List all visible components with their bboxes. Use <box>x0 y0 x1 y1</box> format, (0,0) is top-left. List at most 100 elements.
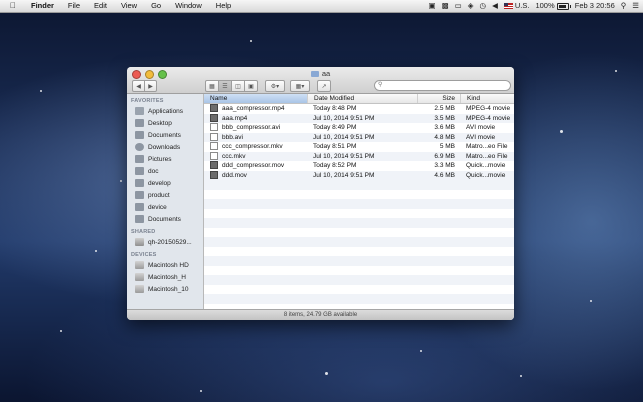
sidebar-item-macintosh-h[interactable]: Macintosh_H <box>127 271 203 283</box>
menu-window[interactable]: Window <box>168 0 209 12</box>
battery-menu[interactable]: 100% <box>535 0 571 12</box>
sidebar-item-label: Macintosh_H <box>148 273 186 281</box>
file-name: ccc.mkv <box>222 152 246 160</box>
icon-view-button[interactable]: ▦ <box>205 80 219 92</box>
table-row[interactable]: ddd_compressor.mov Today 8:52 PM 3.3 MB … <box>204 161 514 171</box>
sidebar-item-label: Pictures <box>148 155 172 163</box>
file-size: 3.5 MB <box>434 114 455 122</box>
file-date: Today 8:51 PM <box>313 143 357 150</box>
window-titlebar: aa ◀ ▶ ▦ ☰ ◫ ▣ ⚙▾ ▦▾ ↗ ⚲ <box>127 67 514 94</box>
sidebar-item-documents[interactable]: Documents <box>127 129 203 141</box>
file-kind: AVI movie <box>466 133 496 141</box>
hard-disk-icon <box>135 261 144 269</box>
menu-file[interactable]: File <box>61 0 87 12</box>
sidebar-item-label: device <box>148 203 167 211</box>
menu-help[interactable]: Help <box>209 0 238 12</box>
table-row[interactable]: aaa_compressor.mp4 Today 8:48 PM 2.5 MB … <box>204 104 514 114</box>
menu-go[interactable]: Go <box>144 0 168 12</box>
file-name: bbb_compressor.avi <box>222 124 281 131</box>
status-menu-icon[interactable]: ▣ <box>428 0 435 12</box>
share-button[interactable]: ↗ <box>317 80 331 92</box>
cover-flow-button[interactable]: ▣ <box>245 80 258 92</box>
apple-menu-icon[interactable]:  <box>0 0 24 12</box>
spotlight-search-icon[interactable]: ⚲ <box>621 0 627 12</box>
file-name: bbb.avi <box>222 133 243 141</box>
table-row[interactable]: ddd.mov Jul 10, 2014 9:51 PM 4.6 MB Quic… <box>204 170 514 180</box>
menu-bar:  Finder File Edit View Go Window Help ▣… <box>0 0 643 13</box>
column-header-size[interactable]: Size <box>417 94 460 103</box>
table-row[interactable]: bbb.avi Jul 10, 2014 9:51 PM 4.8 MB AVI … <box>204 132 514 142</box>
file-date: Today 8:52 PM <box>313 162 357 169</box>
table-row[interactable]: bbb_compressor.avi Today 8:49 PM 3.6 MB … <box>204 123 514 133</box>
sidebar-item-label: product <box>148 191 170 199</box>
file-date: Jul 10, 2014 9:51 PM <box>313 114 375 122</box>
file-size: 2.5 MB <box>434 105 455 112</box>
file-name: ddd_compressor.mov <box>222 162 285 169</box>
search-field[interactable]: ⚲ <box>374 80 511 91</box>
column-header-kind[interactable]: Kind <box>460 94 514 103</box>
sidebar-item-documents-2[interactable]: Documents <box>127 213 203 225</box>
sidebar-header-shared: SHARED <box>131 229 156 235</box>
file-size: 4.6 MB <box>434 171 455 179</box>
sidebar-item-label: Macintosh HD <box>148 261 189 269</box>
file-kind: Quick...movie <box>466 171 506 179</box>
status-bar: 8 items, 24.79 GB available <box>127 309 514 320</box>
file-list: Name Date Modified Size Kind aaa_compres… <box>204 94 514 320</box>
column-view-button[interactable]: ◫ <box>232 80 245 92</box>
back-button[interactable]: ◀ <box>132 80 145 92</box>
arrange-button[interactable]: ▦▾ <box>290 80 310 92</box>
sidebar-item-macintosh-10[interactable]: Macintosh_10 <box>127 283 203 295</box>
volume-icon[interactable]: ◀ <box>492 0 498 12</box>
folder-icon <box>135 179 144 187</box>
sidebar-item-label: Documents <box>148 131 181 139</box>
file-size: 3.6 MB <box>434 124 455 131</box>
column-header-name[interactable]: Name <box>204 94 307 103</box>
folder-icon <box>135 167 144 175</box>
sidebar-item-shared-host[interactable]: qh-20150529... <box>127 236 203 248</box>
table-row[interactable]: ccc_compressor.mkv Today 8:51 PM 5 MB Ma… <box>204 142 514 152</box>
sidebar-header-favorites: FAVORITES <box>131 98 164 104</box>
column-header-date[interactable]: Date Modified <box>307 94 417 103</box>
file-rows: aaa_compressor.mp4 Today 8:48 PM 2.5 MB … <box>204 104 514 180</box>
forward-button[interactable]: ▶ <box>145 80 157 92</box>
list-view-button[interactable]: ☰ <box>219 80 232 92</box>
sidebar-item-doc[interactable]: doc <box>127 165 203 177</box>
sidebar-item-label: doc <box>148 167 159 175</box>
app-menu-finder[interactable]: Finder <box>24 0 61 12</box>
status-app-icon[interactable]: ▩ <box>442 0 449 12</box>
sidebar-item-product[interactable]: product <box>127 189 203 201</box>
action-gear-button[interactable]: ⚙▾ <box>265 80 285 92</box>
video-icon <box>210 161 218 170</box>
menu-view[interactable]: View <box>114 0 144 12</box>
sidebar-item-label: develop <box>148 179 171 187</box>
hard-disk-icon <box>135 273 144 281</box>
display-icon[interactable]: ▭ <box>455 0 462 12</box>
sidebar-item-downloads[interactable]: Downloads <box>127 141 203 153</box>
file-kind: MPEG-4 movie <box>466 105 511 112</box>
input-source-menu[interactable]: U.S. <box>503 0 529 12</box>
file-date: Today 8:48 PM <box>313 105 357 112</box>
sidebar-item-device[interactable]: device <box>127 201 203 213</box>
menu-edit[interactable]: Edit <box>87 0 114 12</box>
table-row[interactable]: ccc.mkv Jul 10, 2014 9:51 PM 6.9 MB Matr… <box>204 151 514 161</box>
downloads-icon <box>135 143 144 151</box>
desktop-icon <box>135 119 144 127</box>
sidebar-item-pictures[interactable]: Pictures <box>127 153 203 165</box>
file-date: Jul 10, 2014 9:51 PM <box>313 171 375 179</box>
time-machine-icon[interactable]: ◷ <box>480 0 487 12</box>
file-date: Jul 10, 2014 9:51 PM <box>313 133 375 141</box>
sidebar-item-develop[interactable]: develop <box>127 177 203 189</box>
wifi-icon[interactable]: ◈ <box>468 0 474 12</box>
window-title-text: aa <box>321 69 331 78</box>
clock[interactable]: Feb 3 20:56 <box>575 0 615 12</box>
sidebar-header-devices: DEVICES <box>131 252 157 258</box>
file-name: ccc_compressor.mkv <box>222 143 283 150</box>
sidebar-item-macintosh-hd[interactable]: Macintosh HD <box>127 259 203 271</box>
video-icon <box>210 170 218 179</box>
sidebar-item-desktop[interactable]: Desktop <box>127 117 203 129</box>
battery-icon <box>556 2 571 10</box>
notification-center-icon[interactable]: ☰ <box>632 0 639 12</box>
sidebar-item-applications[interactable]: Applications <box>127 105 203 117</box>
table-row[interactable]: aaa.mp4 Jul 10, 2014 9:51 PM 3.5 MB MPEG… <box>204 113 514 123</box>
us-flag-icon <box>503 3 513 10</box>
